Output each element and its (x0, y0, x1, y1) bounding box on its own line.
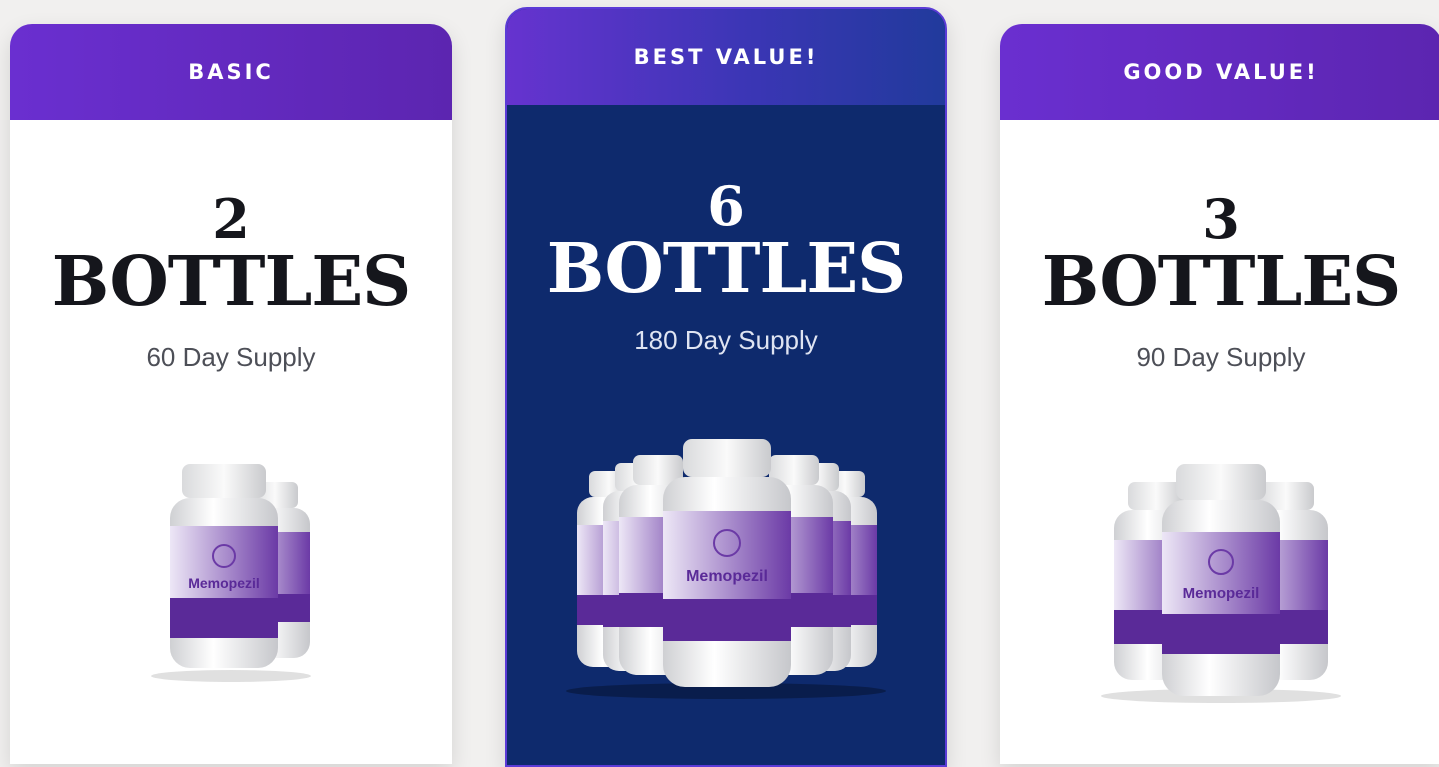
product-bottles-image: Memopezil (1101, 464, 1341, 703)
product-brand: Memopezil (1183, 585, 1260, 602)
package-card-basic[interactable]: BASIC 2 BOTTLES 60 Day Supply Memopezil (10, 24, 452, 764)
package-quantity: 3 (1202, 187, 1240, 251)
package-quantity: 6 (707, 174, 745, 238)
package-badge: GOOD VALUE! (1000, 24, 1439, 120)
supply-duration: 90 Day Supply (1136, 342, 1306, 372)
product-brand: Memopezil (686, 568, 768, 585)
supply-duration: 180 Day Supply (634, 325, 818, 355)
product-brand: Memopezil (188, 575, 260, 591)
package-card-best-value[interactable]: BEST VALUE! 6 BOTTLES 180 Day Supply Mem… (505, 7, 947, 767)
package-unit: BOTTLES (1041, 242, 1402, 322)
package-badge: BEST VALUE! (507, 9, 945, 105)
package-badge: BASIC (10, 24, 452, 120)
package-quantity: 2 (212, 187, 250, 251)
package-unit: BOTTLES (546, 229, 907, 309)
package-unit: BOTTLES (51, 242, 412, 322)
supply-duration: 60 Day Supply (146, 342, 316, 372)
product-bottles-image: Memopezil (151, 464, 311, 682)
product-bottles-image: Memopezil (566, 439, 886, 699)
package-card-good-value[interactable]: GOOD VALUE! 3 BOTTLES 90 Day Supply Memo… (1000, 24, 1439, 764)
